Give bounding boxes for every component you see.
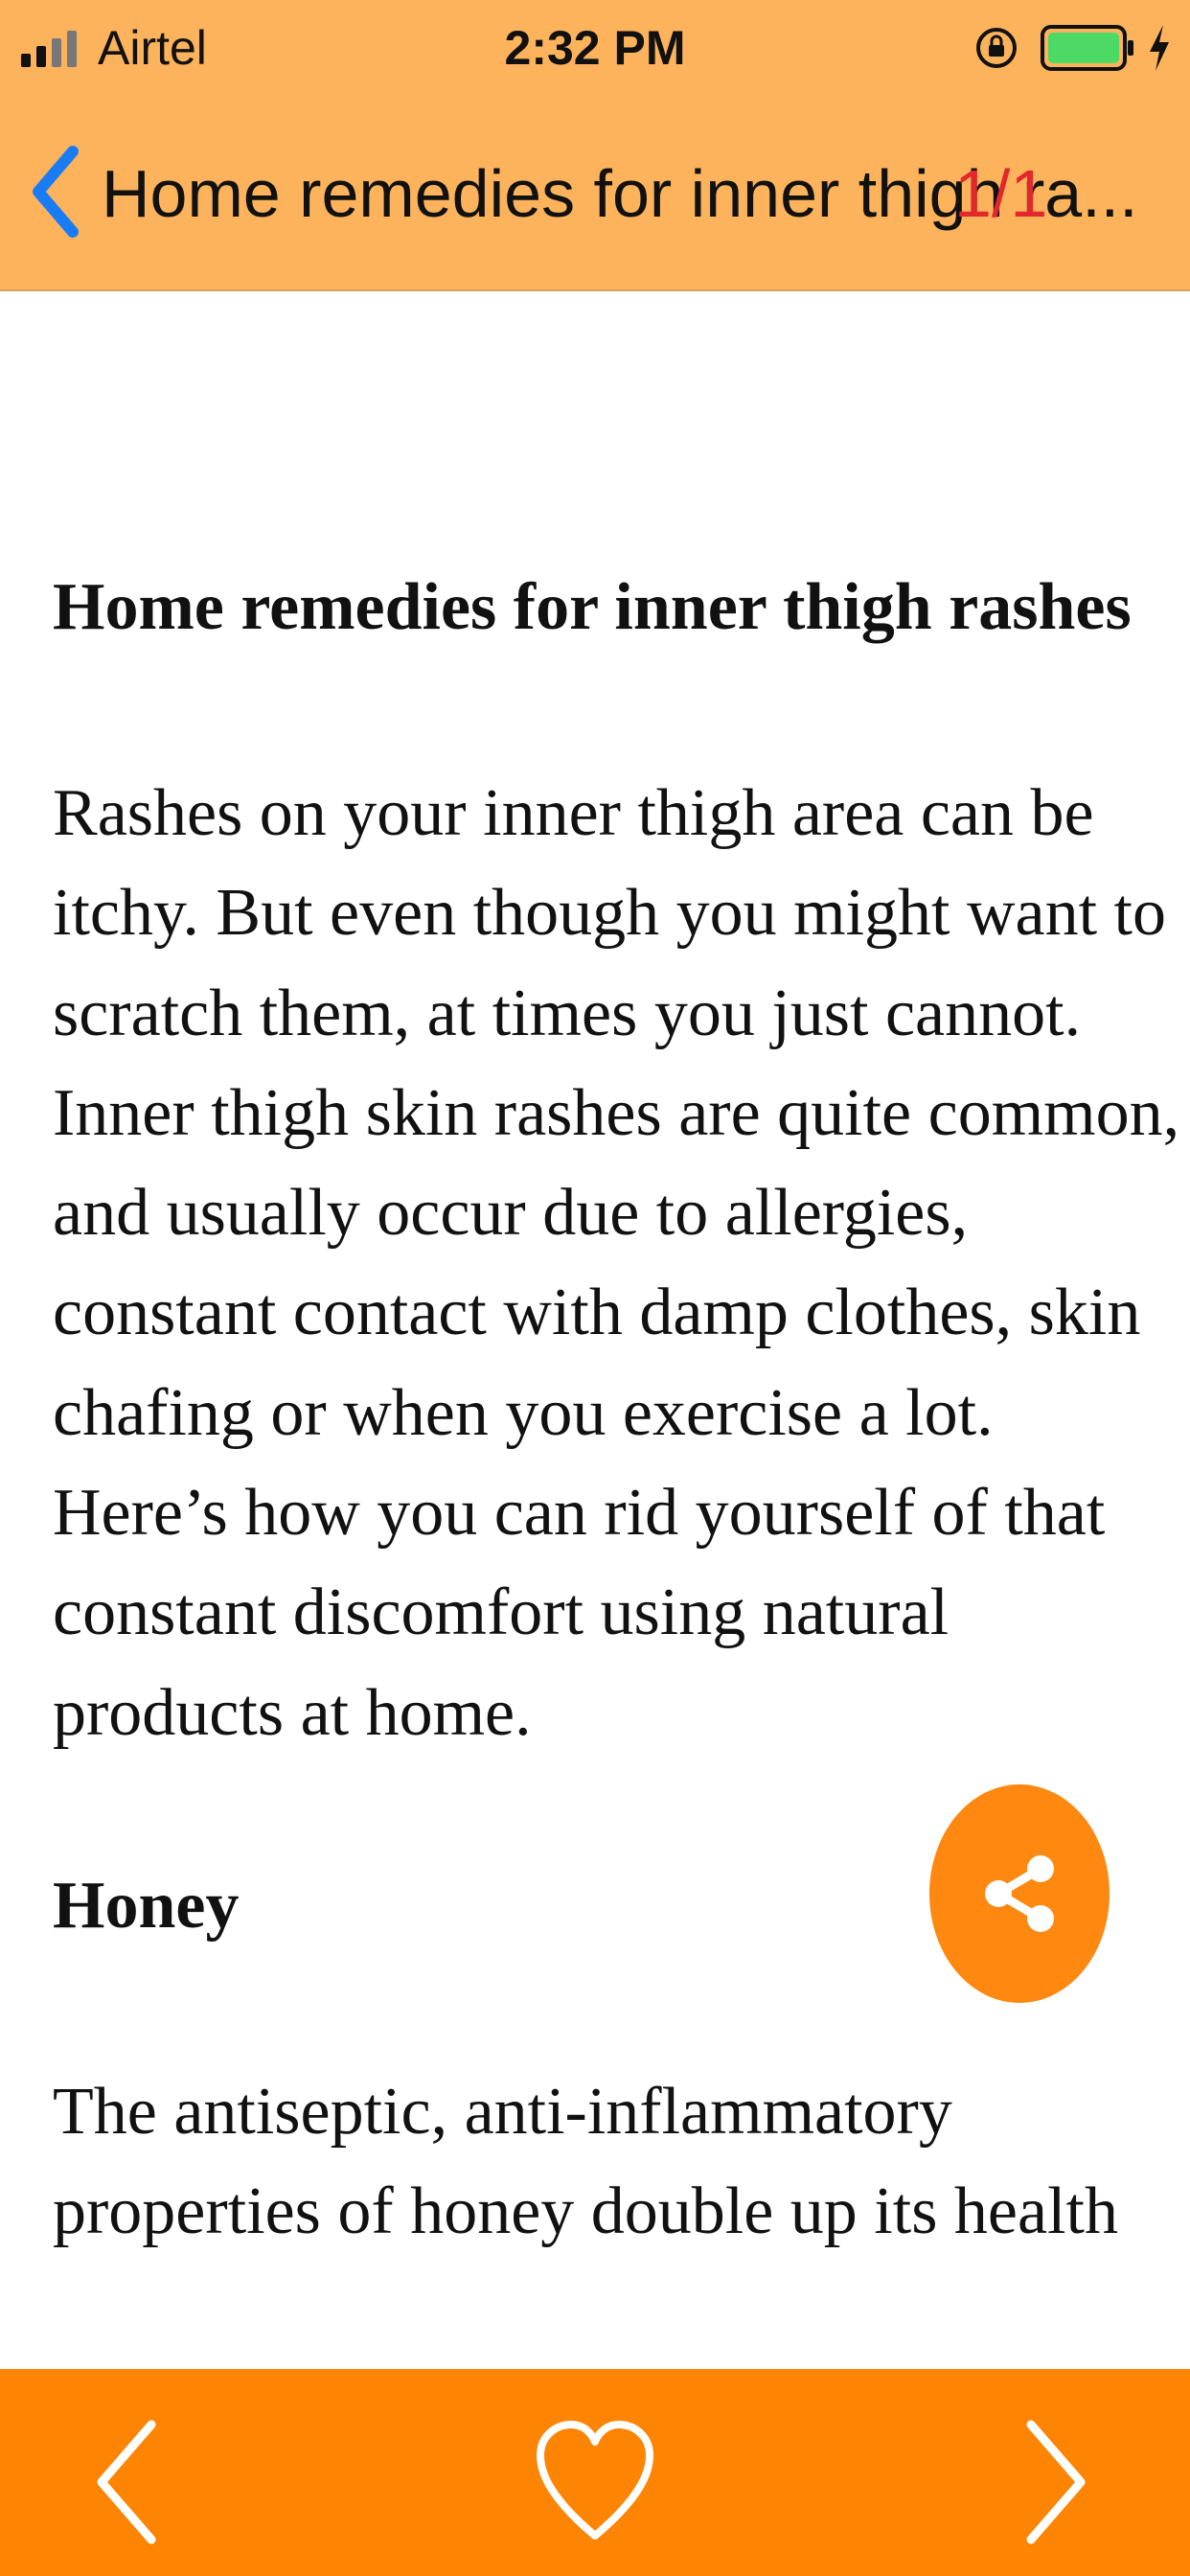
back-chevron-icon[interactable]: [27, 142, 84, 242]
section-heading: Honey: [53, 1869, 240, 1943]
section-text: The antiseptic, anti-inflammatory proper…: [53, 2075, 1118, 2248]
navigation-bar: Home remedies for inner thigh ra... 1/1: [0, 96, 1190, 291]
battery-icon: [1041, 25, 1133, 71]
next-chevron-icon[interactable]: [1021, 2417, 1090, 2547]
charging-bolt-icon: [1150, 25, 1169, 71]
article-content: Home remedies for inner thigh rashes Ras…: [0, 291, 1190, 2369]
page-counter: 1/1: [954, 156, 1048, 231]
article-heading: Home remedies for inner thigh rashes: [53, 570, 1132, 644]
share-button[interactable]: [929, 1784, 1110, 2003]
article-intro: Rashes on your inner thigh area can be i…: [53, 776, 1180, 1750]
share-icon: [985, 1855, 1054, 1932]
bottom-toolbar: [0, 2369, 1190, 2576]
orientation-lock-icon: [976, 28, 1017, 68]
favorite-heart-icon[interactable]: [533, 2417, 657, 2547]
previous-chevron-icon[interactable]: [92, 2417, 161, 2547]
status-bar: Airtel 2:32 PM: [0, 0, 1190, 96]
